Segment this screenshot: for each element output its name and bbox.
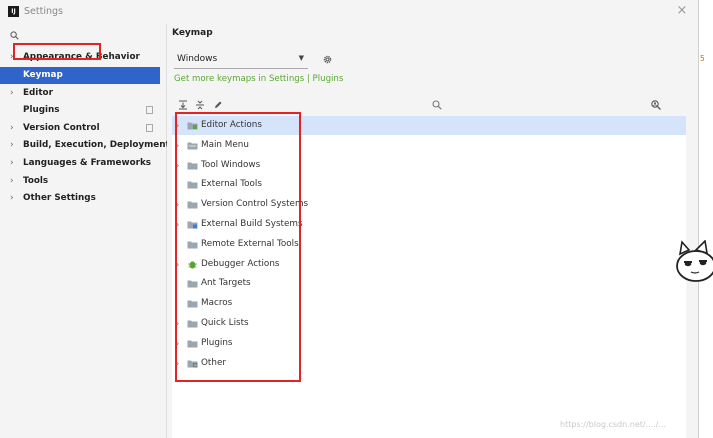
sidebar-item-editor[interactable]: › Editor xyxy=(0,85,160,102)
chevron-down-icon: ▼ xyxy=(298,54,304,62)
find-shortcut-icon[interactable] xyxy=(650,99,662,111)
gear-icon[interactable] xyxy=(322,54,333,65)
settings-window: IJ Settings × › Appearance & Behavior Keym… xyxy=(0,0,699,438)
keymap-select-value: Windows xyxy=(177,54,218,64)
sidebar-item-tools[interactable]: › Tools xyxy=(0,173,160,190)
keymap-select[interactable]: Windows ▼ xyxy=(174,51,308,69)
chevron-right-icon[interactable]: › xyxy=(10,137,18,154)
collapse-all-icon[interactable] xyxy=(195,100,205,110)
sidebar-item-label: Plugins xyxy=(23,105,60,115)
sidebar-item-label: Keymap xyxy=(23,70,63,80)
settings-sidebar: › Appearance & Behavior Keymap › Editor Plugi… xyxy=(0,24,170,438)
sidebar-item-version-control[interactable]: › Version Control xyxy=(0,120,160,137)
watermark: https://blog.csdn.net/..../... xyxy=(560,420,667,429)
close-button[interactable]: × xyxy=(674,3,690,19)
chevron-right-icon[interactable]: › xyxy=(10,155,18,172)
sidebar-item-label: Tools xyxy=(23,176,49,186)
keymap-highlight-box xyxy=(13,43,101,60)
title-bar: IJ Settings × xyxy=(0,0,698,24)
page-title: Keymap xyxy=(172,28,213,38)
sidebar-item-label: Build, Execution, Deployment xyxy=(23,140,170,150)
background-editor-strip xyxy=(699,0,713,438)
project-scope-icon xyxy=(146,124,153,132)
edit-icon[interactable] xyxy=(213,100,223,110)
sidebar-item-label: Version Control xyxy=(23,123,100,133)
tree-highlight-box xyxy=(175,112,301,382)
sidebar-item-plugins[interactable]: Plugins xyxy=(0,102,160,119)
chevron-right-icon[interactable]: › xyxy=(10,120,18,137)
chevron-right-icon[interactable]: › xyxy=(10,173,18,190)
window-title: Settings xyxy=(24,6,63,17)
sidebar-item-label: Editor xyxy=(23,88,53,98)
sidebar-item-languages-frameworks[interactable]: › Languages & Frameworks xyxy=(0,155,160,172)
sidebar-item-label: Languages & Frameworks xyxy=(23,158,152,168)
chevron-right-icon[interactable]: › xyxy=(10,85,18,102)
sidebar-item-label: Other Settings xyxy=(23,193,96,203)
more-keymaps-link[interactable]: Get more keymaps in Settings | Plugins xyxy=(174,74,343,84)
search-icon[interactable] xyxy=(10,31,19,40)
project-scope-icon xyxy=(146,106,153,114)
sidebar-item-build-execution-deployment[interactable]: › Build, Execution, Deployment xyxy=(0,137,170,154)
sidebar-item-other-settings[interactable]: › Other Settings xyxy=(0,190,160,207)
sidebar-item-keymap[interactable]: Keymap xyxy=(0,67,160,84)
chevron-right-icon[interactable]: › xyxy=(10,190,18,207)
background-badge: 5 xyxy=(700,54,705,63)
mascot-sticker-icon xyxy=(676,240,713,282)
expand-all-icon[interactable] xyxy=(178,100,188,110)
app-logo-icon: IJ xyxy=(8,6,19,17)
search-actions-icon[interactable] xyxy=(432,100,442,110)
